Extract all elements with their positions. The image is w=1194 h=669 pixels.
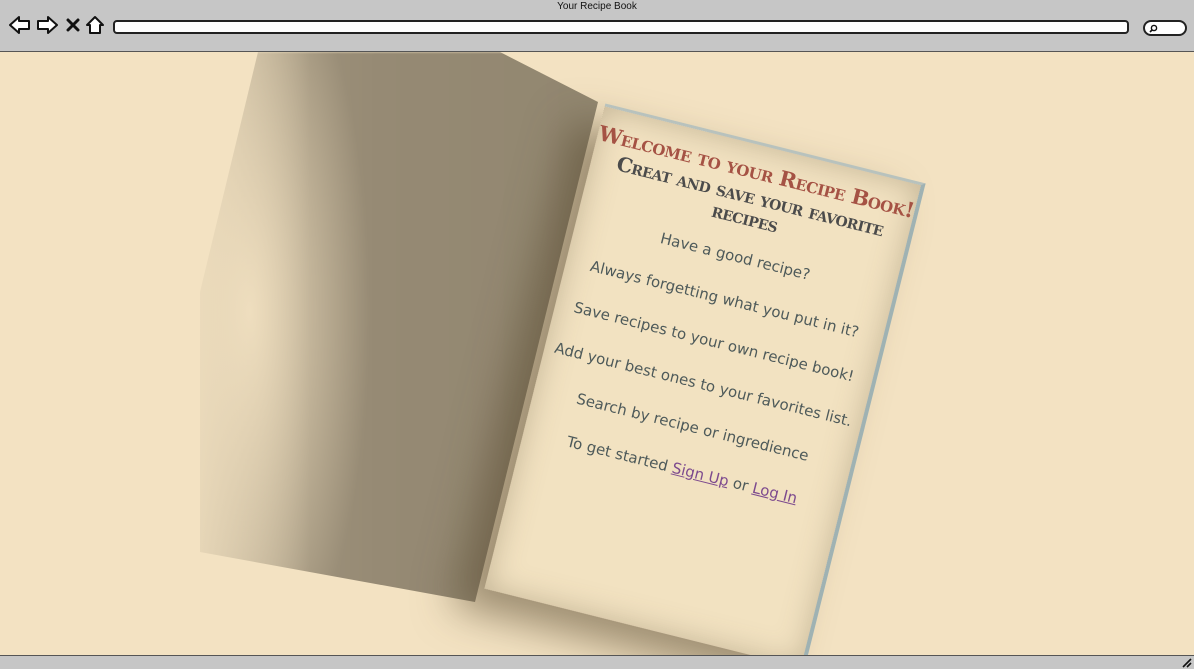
stop-button[interactable]	[61, 13, 85, 37]
back-button[interactable]	[8, 13, 32, 37]
browser-toolbar: Your Recipe Book	[0, 0, 1194, 52]
forward-button[interactable]	[35, 13, 59, 37]
arrow-left-icon	[9, 16, 30, 34]
address-bar[interactable]	[113, 20, 1129, 34]
home-icon	[86, 16, 104, 34]
home-button[interactable]	[83, 13, 107, 37]
search-icon	[1149, 24, 1158, 33]
close-x-icon	[66, 18, 80, 32]
search-field[interactable]	[1143, 20, 1187, 36]
signup-link[interactable]: Sign Up	[670, 459, 731, 490]
resize-grip-icon[interactable]	[1180, 658, 1192, 668]
login-link[interactable]: Log In	[751, 479, 800, 507]
cover-shadow-fade	[170, 52, 310, 655]
page-content: Welcome to your Recipe Book! Creat and s…	[0, 52, 1194, 655]
or-text: or	[731, 473, 751, 496]
window-title: Your Recipe Book	[557, 1, 637, 12]
arrow-right-icon	[37, 16, 58, 34]
get-started-text: To get started	[564, 432, 670, 476]
status-bar	[0, 655, 1194, 669]
